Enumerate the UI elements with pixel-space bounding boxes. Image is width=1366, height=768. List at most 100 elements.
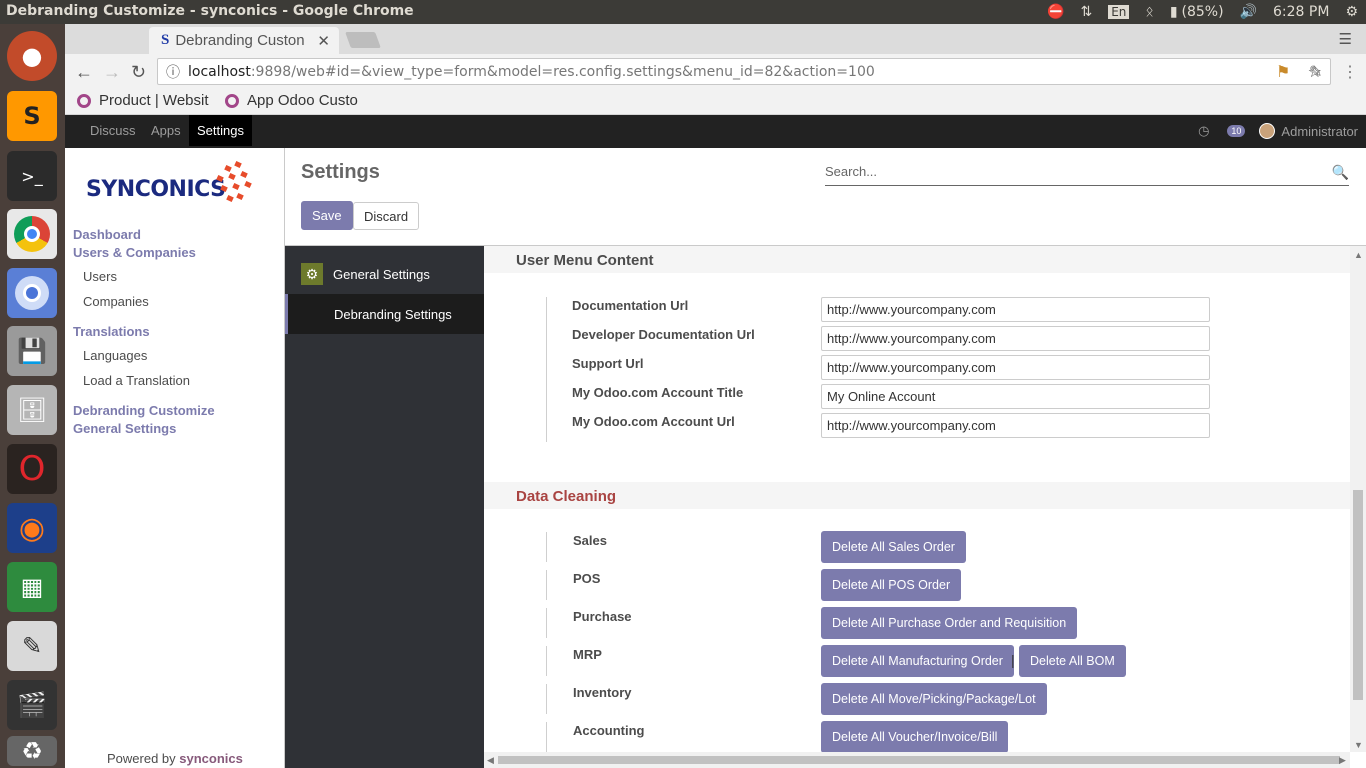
address-bar[interactable]: ⓘ localhost :9898/web#id=&view_type=form… (157, 58, 1331, 85)
disk-icon[interactable]: 💾 (7, 326, 57, 376)
powered-by: Powered by synconics (107, 751, 243, 766)
sidebar-languages[interactable]: Languages (83, 348, 147, 363)
activity-clock-icon[interactable]: ◷ (1198, 123, 1209, 139)
sidebar-users[interactable]: Users (83, 269, 117, 284)
ubuntu-launcher: ● S >_ 💾 🗄 O ◉ ▦ ✎ 🎬 ♻ (0, 24, 65, 768)
browser-tab[interactable]: S Debranding Custon ✕ (149, 27, 339, 54)
close-tab-icon[interactable]: ✕ (317, 32, 330, 50)
bookmark-item[interactable]: Product | Websit (77, 92, 209, 109)
gear-icon: ⚙ (301, 263, 323, 285)
menu-settings[interactable]: Settings (189, 115, 252, 146)
browser-tab-strip: S Debranding Custon ✕ ☰ (65, 24, 1366, 54)
delete-purchase-button[interactable]: Delete All Purchase Order and Requisitio… (821, 607, 1078, 639)
sidebar-dashboard[interactable]: Dashboard (73, 227, 141, 242)
bluetooth-icon[interactable]: ᛟ (1145, 4, 1153, 20)
file-manager-icon[interactable]: 🗄 (7, 385, 57, 435)
terminal-icon[interactable]: >_ (7, 151, 57, 201)
delete-bom-button[interactable]: Delete All BOM (1019, 645, 1126, 677)
chrome-icon[interactable] (7, 209, 57, 259)
url-path: :9898/web#id=&view_type=form&model=res.c… (250, 63, 875, 80)
keyboard-layout[interactable]: En (1108, 5, 1130, 19)
opera-icon[interactable]: O (7, 444, 57, 494)
settings-sidebar: ⚙ General Settings Debranding Settings (285, 246, 484, 768)
scroll-left-icon[interactable]: ◀ (487, 755, 494, 766)
sidebar-general-settings[interactable]: General Settings (73, 421, 176, 436)
control-panel: Settings Search... 🔍 Save Discard (285, 148, 1366, 246)
settings-content: User Menu Content Documentation Url http… (484, 246, 1350, 752)
forward-arrow-icon[interactable]: → (103, 62, 121, 83)
sidebar-load-translation[interactable]: Load a Translation (83, 373, 190, 388)
video-editor-icon[interactable]: 🎬 (7, 680, 57, 730)
discard-button[interactable]: Discard (353, 202, 420, 230)
search-icon[interactable]: 🔍 (1332, 164, 1349, 181)
search-input[interactable]: Search... 🔍 (825, 162, 1349, 186)
cleaning-label-accounting: Accounting (546, 722, 645, 752)
page-title: Settings (301, 161, 380, 183)
powered-by-brand[interactable]: synconics (179, 751, 243, 766)
delete-accounting-button[interactable]: Delete All Voucher/Invoice/Bill (821, 721, 1009, 752)
clock[interactable]: 6:28 PM (1273, 4, 1329, 20)
delete-pos-button[interactable]: Delete All POS Order (821, 569, 962, 601)
user-menu[interactable]: Administrator (1281, 124, 1358, 139)
sublime-text-icon[interactable]: S (7, 91, 57, 141)
ubuntu-dash-icon[interactable]: ● (7, 31, 57, 81)
account-url-input[interactable]: http://www.yourcompany.com (821, 413, 1210, 438)
odoo-main-navbar: Discuss Apps Settings ◷ 10 Administrator (65, 115, 1366, 148)
delete-sales-button[interactable]: Delete All Sales Order (821, 531, 966, 563)
menu-apps[interactable]: Apps (143, 115, 189, 146)
section-header-data-cleaning: Data Cleaning (484, 482, 1350, 509)
vertical-scroll-thumb[interactable] (1353, 490, 1363, 700)
settings-tab-label: General Settings (333, 266, 430, 282)
scroll-up-icon[interactable]: ▲ (1354, 250, 1363, 260)
developer-documentation-url-input[interactable]: http://www.yourcompany.com (821, 326, 1210, 351)
eyedropper-icon[interactable]: ✎ (1309, 62, 1322, 82)
avatar[interactable] (1259, 123, 1276, 139)
reload-icon[interactable]: ↻ (131, 62, 146, 83)
field-label: My Odoo.com Account Title (572, 385, 744, 400)
messages-counter[interactable]: 10 (1227, 125, 1246, 137)
spreadsheet-icon[interactable]: ▦ (7, 562, 57, 612)
horizontal-scrollbar[interactable]: ◀ ▶ (484, 752, 1350, 768)
vertical-scrollbar[interactable]: ▲ ▼ (1350, 246, 1366, 752)
support-url-input[interactable]: http://www.yourcompany.com (821, 355, 1210, 380)
browser-toolbar: ← → ↻ ⓘ localhost :9898/web#id=&view_typ… (65, 54, 1366, 88)
back-arrow-icon[interactable]: ← (75, 62, 93, 83)
firefox-icon[interactable]: ◉ (7, 503, 57, 553)
text-editor-icon[interactable]: ✎ (7, 621, 57, 671)
sidebar-debranding-customize[interactable]: Debranding Customize (73, 403, 215, 418)
scroll-down-icon[interactable]: ▼ (1354, 740, 1363, 750)
tab-title: Debranding Custon (175, 32, 305, 49)
powered-by-label: Powered by (107, 751, 176, 766)
bookmark-item[interactable]: App Odoo Custo (225, 92, 358, 109)
scroll-right-icon[interactable]: ▶ (1339, 755, 1346, 766)
horizontal-scroll-thumb[interactable] (498, 756, 1340, 764)
extension-icon[interactable]: ⚑ (1276, 62, 1290, 82)
sidebar-translations[interactable]: Translations (73, 324, 150, 339)
network-icon[interactable]: ⇅ (1080, 4, 1092, 20)
documentation-url-input[interactable]: http://www.yourcompany.com (821, 297, 1210, 322)
settings-tab-debranding[interactable]: Debranding Settings (285, 294, 484, 334)
sidebar-users-companies[interactable]: Users & Companies (73, 245, 196, 260)
account-title-input[interactable]: My Online Account (821, 384, 1210, 409)
save-button[interactable]: Save (301, 201, 353, 230)
new-tab-button[interactable] (345, 32, 381, 48)
chrome-menu-icon[interactable]: ⋮ (1342, 62, 1358, 82)
bookmark-label: App Odoo Custo (247, 92, 358, 109)
field-label: Developer Documentation Url (572, 327, 755, 342)
chromium-icon[interactable] (7, 268, 57, 318)
settings-tab-general[interactable]: ⚙ General Settings (285, 254, 484, 294)
trash-icon[interactable]: ♻ (7, 736, 57, 766)
info-icon[interactable]: ⓘ (166, 62, 180, 82)
delete-manufacturing-button[interactable]: Delete All Manufacturing Order (821, 645, 1014, 677)
url-host: localhost (188, 63, 251, 80)
battery-icon[interactable]: ▮ (1170, 4, 1178, 20)
settings-gear-icon[interactable]: ⚙ (1345, 4, 1358, 20)
field-label: Support Url (572, 356, 644, 371)
menu-discuss[interactable]: Discuss (82, 115, 144, 146)
bookmark-label: Product | Websit (99, 92, 209, 109)
sidebar-companies[interactable]: Companies (83, 294, 149, 309)
delete-inventory-button[interactable]: Delete All Move/Picking/Package/Lot (821, 683, 1047, 715)
section-header-user-menu: User Menu Content (484, 246, 1350, 273)
volume-icon[interactable]: 🔊 (1240, 4, 1257, 20)
no-entry-icon[interactable]: ⛔ (1047, 4, 1064, 20)
